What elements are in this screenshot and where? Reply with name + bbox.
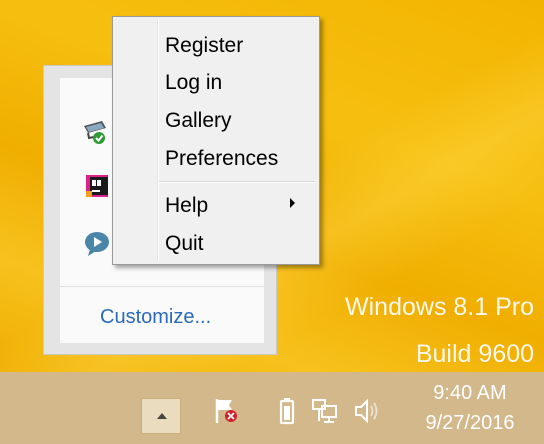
- menu-item-register[interactable]: Register: [165, 34, 243, 58]
- menu-item-help[interactable]: Help: [165, 194, 208, 218]
- menu-icon-gutter: [157, 20, 159, 261]
- os-watermark-edition: Windows 8.1 Pro: [345, 293, 534, 321]
- chat-bubble-icon[interactable]: [82, 228, 112, 258]
- menu-item-gallery[interactable]: Gallery: [165, 109, 232, 133]
- action-center-flag-icon[interactable]: [210, 394, 244, 428]
- app-pink-icon[interactable]: [82, 171, 112, 201]
- network-icon[interactable]: [308, 394, 342, 428]
- customize-link[interactable]: Customize...: [100, 306, 211, 329]
- clock-time: 9:40 AM: [433, 382, 507, 404]
- menu-separator: [159, 181, 315, 183]
- menu-item-preferences[interactable]: Preferences: [165, 147, 278, 171]
- menu-item-quit[interactable]: Quit: [165, 232, 204, 256]
- taskbar: 9:40 AM 9/27/2016: [0, 372, 544, 444]
- submenu-arrow-icon: [290, 198, 295, 208]
- battery-icon[interactable]: [270, 394, 304, 428]
- taskbar-clock[interactable]: 9:40 AM 9/27/2016: [410, 378, 530, 438]
- chevron-up-icon: [157, 413, 167, 419]
- tray-popup-divider: [60, 286, 264, 287]
- volume-icon[interactable]: [350, 394, 384, 428]
- show-hidden-icons-button[interactable]: [141, 398, 181, 434]
- clock-date: 9/27/2016: [425, 412, 515, 434]
- monitor-check-icon[interactable]: [80, 118, 110, 148]
- menu-item-log-in[interactable]: Log in: [165, 71, 222, 95]
- context-menu: Register Log in Gallery Preferences Help…: [112, 16, 320, 265]
- os-watermark-build: Build 9600: [415, 340, 534, 368]
